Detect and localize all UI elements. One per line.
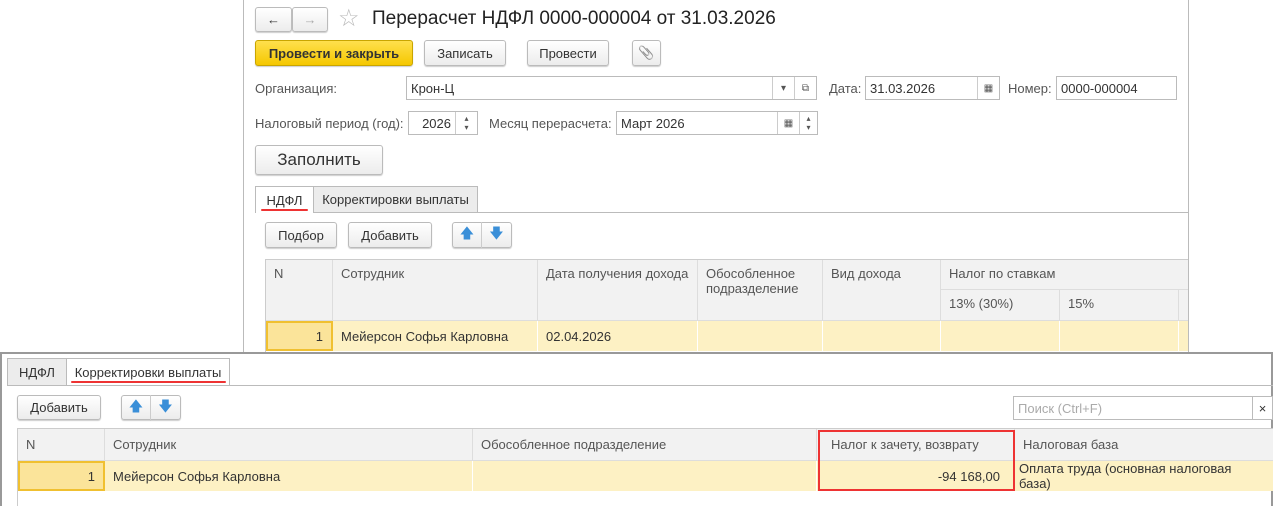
number-label: Номер: (1008, 81, 1052, 96)
calendar-icon[interactable]: ▦ (777, 112, 799, 134)
arrow-up-icon[interactable]: 🡅 (453, 222, 483, 248)
col-date: Дата получения дохода (538, 260, 698, 321)
row-tax-base[interactable]: Оплата труда (основная налоговая база) (1015, 461, 1273, 491)
row-extra (1179, 321, 1188, 351)
highlight-underline (261, 209, 308, 211)
month-value: Март 2026 (621, 115, 685, 131)
number-value: 0000-000004 (1061, 80, 1138, 96)
add-button[interactable]: Добавить (348, 222, 432, 248)
date-label: Дата: (829, 81, 862, 96)
back-icon: ← (267, 12, 280, 27)
row-date[interactable]: 02.04.2026 (538, 321, 698, 351)
row-n[interactable]: 1 (266, 321, 333, 351)
spinner-icon[interactable]: ▴ ▾ (455, 112, 477, 134)
attach-button[interactable]: 📎 (632, 40, 661, 66)
col-dept: Обособленное подразделение (698, 260, 823, 321)
date-field[interactable]: 31.03.2026 ▦ (865, 76, 1000, 100)
open-icon[interactable]: ⧉ (794, 77, 816, 99)
add-button[interactable]: Добавить (17, 395, 101, 420)
org-field[interactable]: Крон-Ц ▾ ⧉ (406, 76, 817, 100)
dropdown-icon[interactable]: ▾ (772, 77, 794, 99)
forward-button[interactable]: → (292, 7, 328, 32)
col-extra (1179, 290, 1188, 321)
period-value: 2026 (422, 115, 451, 131)
page-title: Перерасчет НДФЛ 0000-000004 от 31.03.202… (372, 8, 776, 29)
search-input[interactable]: Поиск (Ctrl+F) (1013, 396, 1253, 420)
row-employee[interactable]: Мейерсон Софья Карловна (105, 461, 473, 491)
calendar-icon[interactable]: ▦ (977, 77, 999, 99)
search-placeholder: Поиск (Ctrl+F) (1018, 400, 1103, 416)
col-dept: Обособленное подразделение (473, 429, 817, 461)
org-label: Организация: (255, 81, 338, 96)
move-buttons: 🡅 🡇 (121, 394, 181, 421)
move-buttons: 🡅 🡇 (452, 222, 512, 248)
col-n: N (18, 429, 105, 461)
highlight-box (818, 430, 1015, 491)
period-label: Налоговый период (год): (255, 116, 404, 131)
forward-icon: → (303, 12, 317, 27)
row-15[interactable] (1060, 321, 1179, 351)
tab-corrections[interactable]: Корректировки выплаты (313, 186, 478, 212)
col-employee: Сотрудник (333, 260, 538, 321)
col-income: Вид дохода (823, 260, 941, 321)
tab-divider (7, 385, 1273, 386)
row-n[interactable]: 1 (18, 461, 105, 491)
arrow-down-icon[interactable]: 🡇 (151, 395, 180, 421)
col-tax-base: Налоговая база (1015, 429, 1273, 461)
arrow-up-icon[interactable]: 🡅 (122, 394, 152, 421)
row-employee[interactable]: Мейерсон Софья Карловна (333, 321, 538, 351)
highlight-underline (71, 381, 226, 383)
col-n: N (266, 260, 333, 321)
period-field[interactable]: 2026 ▴ ▾ (408, 111, 478, 135)
row-dept[interactable] (473, 461, 817, 491)
post-and-close-button[interactable]: Провести и закрыть (255, 40, 413, 66)
row-13[interactable] (941, 321, 1060, 351)
clear-search-button[interactable]: × (1252, 396, 1273, 420)
corrections-table: N Сотрудник Обособленное подразделение Н… (17, 428, 1273, 506)
arrow-down-icon[interactable]: 🡇 (482, 222, 511, 248)
month-label: Месяц перерасчета: (489, 116, 612, 131)
row-dept[interactable] (698, 321, 823, 351)
col-13: 13% (30%) (941, 290, 1060, 321)
number-field[interactable]: 0000-000004 (1056, 76, 1177, 100)
back-button[interactable]: ← (255, 7, 292, 32)
select-button[interactable]: Подбор (265, 222, 337, 248)
tab-ndfl[interactable]: НДФЛ (7, 358, 67, 385)
paperclip-icon: 📎 (638, 45, 655, 60)
col-employee: Сотрудник (105, 429, 473, 461)
ndfl-table: N Сотрудник Дата получения дохода Обособ… (265, 259, 1188, 353)
month-field[interactable]: Март 2026 ▦ ▴ ▾ (616, 111, 818, 135)
tab-divider (255, 212, 1188, 213)
org-value: Крон-Ц (411, 80, 455, 96)
fill-button[interactable]: Заполнить (255, 145, 383, 175)
col-tax-rates: Налог по ставкам (941, 260, 1188, 290)
col-15: 15% (1060, 290, 1179, 321)
close-icon: × (1258, 400, 1267, 416)
star-icon[interactable]: ☆ (338, 4, 360, 33)
spinner-icon[interactable]: ▴ ▾ (799, 112, 817, 134)
save-button[interactable]: Записать (424, 40, 506, 66)
date-value: 31.03.2026 (870, 80, 936, 96)
post-button[interactable]: Провести (527, 40, 609, 66)
row-income[interactable] (823, 321, 941, 351)
